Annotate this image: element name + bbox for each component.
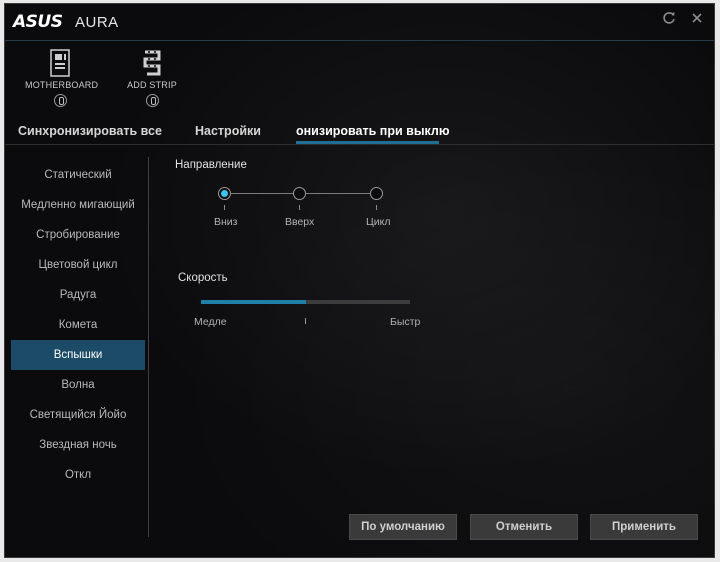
effect-flash[interactable]: Вспышки (11, 340, 145, 370)
direction-label-up: Вверх (285, 216, 315, 228)
direction-label-down: Вниз (214, 216, 238, 228)
effect-strobe[interactable]: Стробирование (11, 220, 145, 250)
effect-rainbow[interactable]: Радуга (11, 280, 145, 310)
app-title: AURA (75, 14, 119, 31)
speed-slider-fill (201, 300, 306, 304)
direction-tick (299, 205, 300, 210)
device-status-icon (53, 94, 67, 107)
asus-logo: ASUS (13, 12, 63, 32)
effect-list: Статический Медленно мигающий Стробирова… (11, 160, 145, 490)
speed-min-label: Медле (194, 316, 227, 328)
tab-sync-on-shutdown[interactable]: онизировать при выклю (296, 124, 450, 138)
effect-wave[interactable]: Волна (11, 370, 145, 400)
aura-window: ASUS AURA MOTHERBOARD ADD STRIP Синхрони… (4, 3, 715, 558)
effect-static[interactable]: Статический (11, 160, 145, 190)
direction-tick (376, 205, 377, 210)
device-list: MOTHERBOARD ADD STRIP (25, 48, 187, 107)
direction-option-up[interactable] (293, 187, 306, 200)
direction-title: Направление (175, 159, 247, 171)
effect-color-cycle[interactable]: Цветовой цикл (11, 250, 145, 280)
device-motherboard[interactable]: MOTHERBOARD (25, 48, 99, 107)
active-tab-indicator (296, 141, 439, 144)
effect-off[interactable]: Откл (11, 460, 145, 490)
device-add-strip[interactable]: ADD STRIP (117, 48, 187, 107)
device-label: MOTHERBOARD (25, 80, 99, 90)
device-label: ADD STRIP (127, 80, 177, 90)
tab-sync-all[interactable]: Синхронизировать все (18, 124, 162, 138)
speed-slider[interactable] (201, 300, 410, 304)
speed-max-label: Быстр (390, 316, 421, 328)
led-strip-icon (139, 48, 165, 78)
effect-slow-blink[interactable]: Медленно мигающий (11, 190, 145, 220)
tab-settings[interactable]: Настройки (195, 124, 261, 138)
effect-glowing-yoyo[interactable]: Светящийся Йойо (11, 400, 145, 430)
effect-comet[interactable]: Комета (11, 310, 145, 340)
speed-midpoint-tick (305, 318, 306, 324)
sidebar-divider (148, 157, 149, 537)
device-status-icon (145, 94, 159, 107)
direction-option-cycle[interactable] (370, 187, 383, 200)
cancel-button[interactable]: Отменить (470, 514, 578, 540)
effect-starry-night[interactable]: Звездная ночь (11, 430, 145, 460)
direction-label-cycle: Цикл (366, 216, 391, 228)
window-controls (660, 10, 706, 28)
close-icon[interactable] (688, 10, 706, 28)
direction-tick (224, 205, 225, 210)
motherboard-icon (47, 48, 73, 78)
apply-button[interactable]: Применить (590, 514, 698, 540)
refresh-icon[interactable] (660, 10, 678, 28)
direction-option-down[interactable] (218, 187, 231, 200)
speed-title: Скорость (178, 272, 228, 284)
default-button[interactable]: По умолчанию (349, 514, 457, 540)
title-bar: ASUS AURA (5, 4, 714, 41)
